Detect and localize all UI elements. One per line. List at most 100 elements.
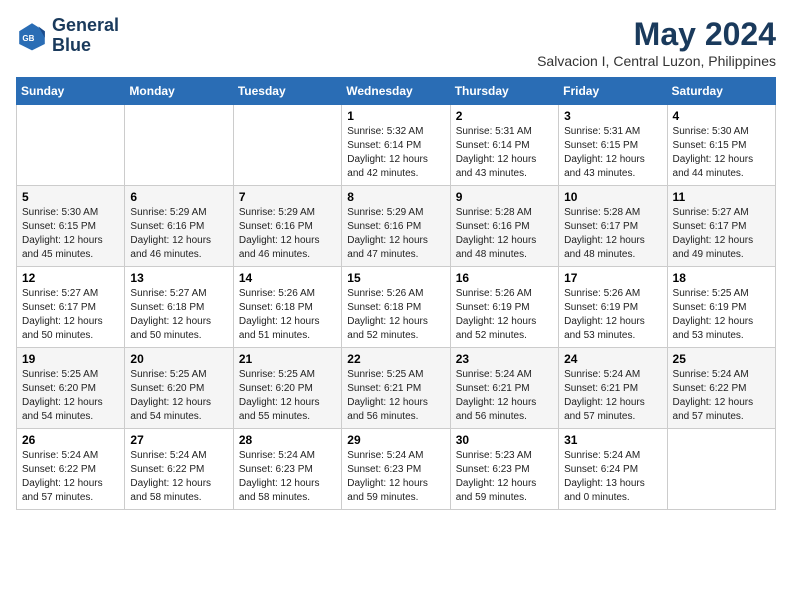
day-info: Sunrise: 5:23 AM Sunset: 6:23 PM Dayligh… xyxy=(456,449,553,505)
day-info: Sunrise: 5:24 AM Sunset: 6:23 PM Dayligh… xyxy=(347,449,444,505)
day-info: Sunrise: 5:24 AM Sunset: 6:24 PM Dayligh… xyxy=(564,449,661,505)
calendar-cell xyxy=(233,105,341,186)
calendar-cell xyxy=(17,105,125,186)
title-block: May 2024 Salvacion I, Central Luzon, Phi… xyxy=(537,16,776,69)
day-number: 20 xyxy=(130,352,227,366)
weekday-header: Wednesday xyxy=(342,78,450,105)
calendar-cell: 1Sunrise: 5:32 AM Sunset: 6:14 PM Daylig… xyxy=(342,105,450,186)
calendar-cell: 26 Sunrise: 5:24 AM Sunset: 6:22 PM Dayli… xyxy=(17,429,125,510)
day-info: Sunrise: 5:28 AM Sunset: 6:16 PM Dayligh… xyxy=(456,206,553,262)
calendar-cell: 10Sunrise: 5:28 AM Sunset: 6:17 PM Dayli… xyxy=(559,186,667,267)
day-number: 19 xyxy=(22,352,119,366)
day-info: Sunrise: 5:25 AM Sunset: 6:21 PM Dayligh… xyxy=(347,368,444,424)
day-info: Sunrise: 5:30 AM Sunset: 6:15 PM Dayligh… xyxy=(22,206,119,262)
day-number: 4 xyxy=(673,109,770,123)
day-info: Sunrise: 5:28 AM Sunset: 6:17 PM Dayligh… xyxy=(564,206,661,262)
calendar-cell xyxy=(667,429,775,510)
calendar-cell: 25 Sunrise: 5:24 AM Sunset: 6:22 PM Dayli… xyxy=(667,348,775,429)
day-info: Sunrise: 5:27 AM Sunset: 6:17 PM Dayligh… xyxy=(22,287,119,343)
day-info: Sunrise: 5:24 AM Sunset: 6:22 PM Dayligh… xyxy=(22,449,119,505)
logo-text: General Blue xyxy=(52,16,119,56)
day-number: 15 xyxy=(347,271,444,285)
day-info: Sunrise: 5:26 AM Sunset: 6:18 PM Dayligh… xyxy=(239,287,336,343)
day-number: 3 xyxy=(564,109,661,123)
weekday-header: Monday xyxy=(125,78,233,105)
day-number: 31 xyxy=(564,433,661,447)
calendar-cell: 28 Sunrise: 5:24 AM Sunset: 6:23 PM Dayli… xyxy=(233,429,341,510)
weekday-header: Tuesday xyxy=(233,78,341,105)
calendar-cell: 27 Sunrise: 5:24 AM Sunset: 6:22 PM Dayli… xyxy=(125,429,233,510)
calendar-table: SundayMondayTuesdayWednesdayThursdayFrid… xyxy=(16,77,776,510)
calendar-cell: 31 Sunrise: 5:24 AM Sunset: 6:24 PM Dayli… xyxy=(559,429,667,510)
calendar-cell: 23Sunrise: 5:24 AM Sunset: 6:21 PM Dayli… xyxy=(450,348,558,429)
day-number: 13 xyxy=(130,271,227,285)
calendar-cell: 8 Sunrise: 5:29 AM Sunset: 6:16 PM Daylig… xyxy=(342,186,450,267)
day-info: Sunrise: 5:27 AM Sunset: 6:17 PM Dayligh… xyxy=(673,206,770,262)
day-number: 14 xyxy=(239,271,336,285)
day-info: Sunrise: 5:24 AM Sunset: 6:21 PM Dayligh… xyxy=(456,368,553,424)
day-info: Sunrise: 5:24 AM Sunset: 6:22 PM Dayligh… xyxy=(673,368,770,424)
day-number: 25 xyxy=(673,352,770,366)
calendar-cell: 20 Sunrise: 5:25 AM Sunset: 6:20 PM Dayli… xyxy=(125,348,233,429)
day-number: 1 xyxy=(347,109,444,123)
logo-icon: GB xyxy=(16,20,48,52)
day-info: Sunrise: 5:30 AM Sunset: 6:15 PM Dayligh… xyxy=(673,125,770,181)
day-info: Sunrise: 5:26 AM Sunset: 6:19 PM Dayligh… xyxy=(564,287,661,343)
day-number: 27 xyxy=(130,433,227,447)
day-info: Sunrise: 5:25 AM Sunset: 6:20 PM Dayligh… xyxy=(239,368,336,424)
day-number: 16 xyxy=(456,271,553,285)
day-info: Sunrise: 5:24 AM Sunset: 6:23 PM Dayligh… xyxy=(239,449,336,505)
day-info: Sunrise: 5:29 AM Sunset: 6:16 PM Dayligh… xyxy=(239,206,336,262)
svg-text:GB: GB xyxy=(22,34,34,43)
calendar-cell: 6 Sunrise: 5:29 AM Sunset: 6:16 PM Daylig… xyxy=(125,186,233,267)
calendar-cell: 13 Sunrise: 5:27 AM Sunset: 6:18 PM Dayli… xyxy=(125,267,233,348)
day-info: Sunrise: 5:24 AM Sunset: 6:22 PM Dayligh… xyxy=(130,449,227,505)
calendar-cell: 22 Sunrise: 5:25 AM Sunset: 6:21 PM Dayli… xyxy=(342,348,450,429)
day-info: Sunrise: 5:29 AM Sunset: 6:16 PM Dayligh… xyxy=(130,206,227,262)
day-info: Sunrise: 5:25 AM Sunset: 6:19 PM Dayligh… xyxy=(673,287,770,343)
calendar-cell xyxy=(125,105,233,186)
day-info: Sunrise: 5:25 AM Sunset: 6:20 PM Dayligh… xyxy=(22,368,119,424)
day-info: Sunrise: 5:26 AM Sunset: 6:19 PM Dayligh… xyxy=(456,287,553,343)
calendar-cell: 16 Sunrise: 5:26 AM Sunset: 6:19 PM Dayli… xyxy=(450,267,558,348)
calendar-cell: 11Sunrise: 5:27 AM Sunset: 6:17 PM Dayli… xyxy=(667,186,775,267)
weekday-header: Saturday xyxy=(667,78,775,105)
day-info: Sunrise: 5:27 AM Sunset: 6:18 PM Dayligh… xyxy=(130,287,227,343)
calendar-cell: 5 Sunrise: 5:30 AM Sunset: 6:15 PM Daylig… xyxy=(17,186,125,267)
day-info: Sunrise: 5:26 AM Sunset: 6:18 PM Dayligh… xyxy=(347,287,444,343)
calendar-cell: 3 Sunrise: 5:31 AM Sunset: 6:15 PM Daylig… xyxy=(559,105,667,186)
day-info: Sunrise: 5:31 AM Sunset: 6:14 PM Dayligh… xyxy=(456,125,553,181)
calendar-cell: 21 Sunrise: 5:25 AM Sunset: 6:20 PM Dayli… xyxy=(233,348,341,429)
day-info: Sunrise: 5:29 AM Sunset: 6:16 PM Dayligh… xyxy=(347,206,444,262)
day-number: 2 xyxy=(456,109,553,123)
calendar-cell: 19 Sunrise: 5:25 AM Sunset: 6:20 PM Dayli… xyxy=(17,348,125,429)
day-number: 24 xyxy=(564,352,661,366)
calendar-cell: 2 Sunrise: 5:31 AM Sunset: 6:14 PM Daylig… xyxy=(450,105,558,186)
day-number: 18 xyxy=(673,271,770,285)
calendar-cell: 4 Sunrise: 5:30 AM Sunset: 6:15 PM Daylig… xyxy=(667,105,775,186)
day-number: 30 xyxy=(456,433,553,447)
calendar-cell: 24Sunrise: 5:24 AM Sunset: 6:21 PM Dayli… xyxy=(559,348,667,429)
day-number: 26 xyxy=(22,433,119,447)
calendar-cell: 15 Sunrise: 5:26 AM Sunset: 6:18 PM Dayli… xyxy=(342,267,450,348)
day-number: 9 xyxy=(456,190,553,204)
day-number: 6 xyxy=(130,190,227,204)
weekday-header: Thursday xyxy=(450,78,558,105)
day-number: 17 xyxy=(564,271,661,285)
calendar-cell: 12Sunrise: 5:27 AM Sunset: 6:17 PM Dayli… xyxy=(17,267,125,348)
weekday-header: Friday xyxy=(559,78,667,105)
day-number: 28 xyxy=(239,433,336,447)
day-number: 7 xyxy=(239,190,336,204)
calendar-cell: 7 Sunrise: 5:29 AM Sunset: 6:16 PM Daylig… xyxy=(233,186,341,267)
calendar-cell: 29Sunrise: 5:24 AM Sunset: 6:23 PM Dayli… xyxy=(342,429,450,510)
calendar-cell: 14 Sunrise: 5:26 AM Sunset: 6:18 PM Dayli… xyxy=(233,267,341,348)
day-number: 22 xyxy=(347,352,444,366)
day-number: 5 xyxy=(22,190,119,204)
calendar-cell: 18 Sunrise: 5:25 AM Sunset: 6:19 PM Dayli… xyxy=(667,267,775,348)
location: Salvacion I, Central Luzon, Philippines xyxy=(537,53,776,69)
day-number: 21 xyxy=(239,352,336,366)
day-number: 8 xyxy=(347,190,444,204)
day-info: Sunrise: 5:25 AM Sunset: 6:20 PM Dayligh… xyxy=(130,368,227,424)
day-info: Sunrise: 5:31 AM Sunset: 6:15 PM Dayligh… xyxy=(564,125,661,181)
weekday-header: Sunday xyxy=(17,78,125,105)
